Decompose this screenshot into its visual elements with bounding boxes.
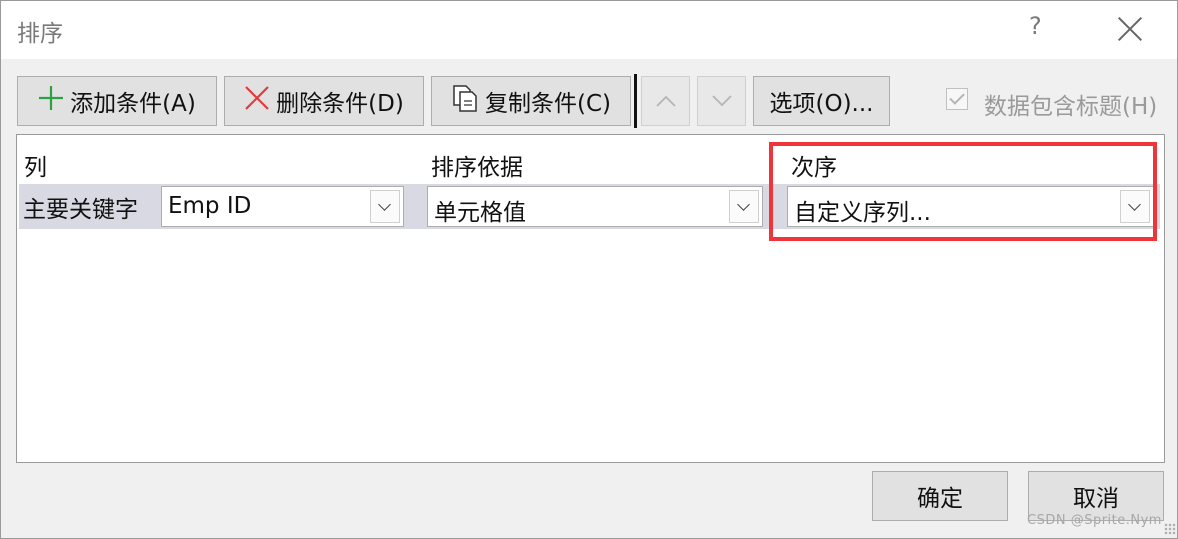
title-bar: 排序 ? <box>1 1 1177 59</box>
copy-level-label: 复制条件(C) <box>484 91 611 117</box>
column-header: 列 <box>24 155 47 181</box>
copy-icon <box>451 83 479 119</box>
close-icon[interactable] <box>1115 15 1145 45</box>
toolbar-separator <box>634 74 637 128</box>
sort-on-select-value: 单元格值 <box>434 200 526 226</box>
ok-button[interactable]: 确定 <box>872 471 1008 521</box>
move-up-button[interactable] <box>641 76 690 126</box>
resize-grip-icon[interactable] <box>1164 523 1176 535</box>
annotation-highlight-box <box>769 142 1157 241</box>
sort-on-select[interactable]: 单元格值 <box>427 186 763 227</box>
delete-level-label: 删除条件(D) <box>276 91 404 117</box>
chevron-down-icon[interactable] <box>729 190 759 223</box>
delete-level-button[interactable]: 删除条件(D) <box>224 76 424 126</box>
header-row-checkbox[interactable] <box>946 88 968 110</box>
chevron-down-icon <box>711 89 733 114</box>
help-button[interactable]: ? <box>1029 12 1042 40</box>
delete-x-icon <box>244 85 270 117</box>
dialog-title: 排序 <box>17 21 63 47</box>
column-select[interactable]: Emp ID <box>161 186 404 227</box>
column-select-value: Emp ID <box>168 193 252 219</box>
options-button[interactable]: 选项(O)... <box>753 76 890 126</box>
header-row-checkbox-label: 数据包含标题(H) <box>984 94 1158 120</box>
cancel-label: 取消 <box>1073 486 1119 512</box>
row-key-label: 主要关键字 <box>23 197 138 223</box>
watermark: CSDN @Sprite.Nym <box>1027 513 1162 528</box>
sort-dialog: 排序 ? 添加条件(A) 删除条件(D) 复制条件(C) 选项(O)... 数据… <box>0 0 1178 539</box>
add-level-label: 添加条件(A) <box>70 91 196 117</box>
plus-icon <box>38 85 64 117</box>
move-down-button[interactable] <box>697 76 746 126</box>
add-level-button[interactable]: 添加条件(A) <box>17 76 217 126</box>
copy-level-button[interactable]: 复制条件(C) <box>431 76 631 126</box>
options-label: 选项(O)... <box>769 91 874 117</box>
sort-on-header: 排序依据 <box>431 155 523 181</box>
chevron-down-icon[interactable] <box>370 190 400 223</box>
ok-label: 确定 <box>917 486 963 512</box>
chevron-up-icon <box>655 89 677 114</box>
